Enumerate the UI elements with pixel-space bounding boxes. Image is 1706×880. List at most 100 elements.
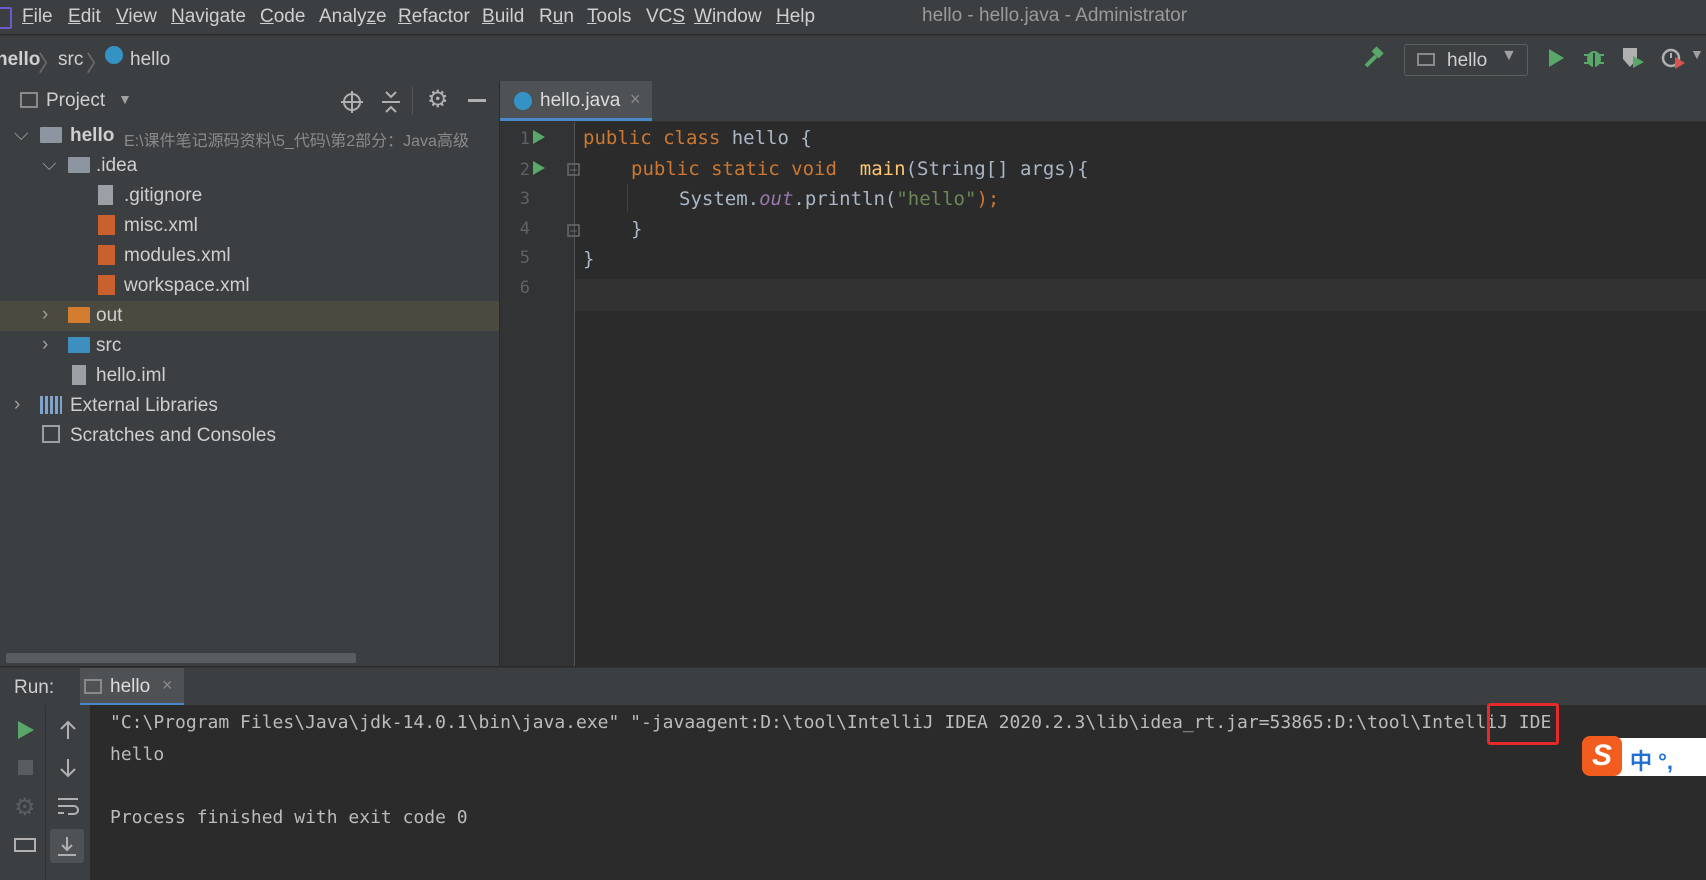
locate-target-icon[interactable] [340, 90, 364, 114]
line-number: 3 [519, 189, 530, 209]
gear-icon[interactable]: ⚙ [427, 85, 449, 114]
breadcrumb-class[interactable]: hello [130, 49, 170, 71]
run-panel-label: Run: [14, 677, 55, 698]
code-token: public static void [631, 158, 849, 180]
code-token: (String[] args){ [905, 158, 1089, 180]
close-icon[interactable]: × [162, 675, 173, 696]
chevron-right-icon[interactable]: › [42, 334, 48, 356]
menu-tools[interactable]: Tools [587, 6, 631, 28]
profile-icon[interactable] [1660, 45, 1688, 71]
more-actions-chevron-icon[interactable]: ▼ [1690, 46, 1704, 62]
chevron-right-icon[interactable]: › [14, 394, 20, 416]
line-number: 1 [519, 129, 530, 149]
editor-tab-label: hello.java [540, 90, 621, 111]
collapse-all-icon[interactable] [380, 90, 402, 114]
menu-build[interactable]: Build [482, 6, 524, 28]
menu-window[interactable]: Window [694, 6, 762, 28]
menu-edit[interactable]: Edit [68, 6, 101, 28]
editor-tab-hello-java[interactable]: hello.java × [500, 81, 652, 121]
tree-item-modules-xml[interactable]: modules.xml [0, 241, 499, 271]
menu-view[interactable]: View [116, 6, 157, 28]
ime-logo-icon[interactable]: S [1582, 736, 1622, 776]
scroll-to-end-button[interactable] [50, 829, 84, 863]
close-icon[interactable]: × [630, 89, 641, 110]
code-token: } [583, 248, 595, 270]
tree-item-idea-folder[interactable]: ⌵ .idea [0, 151, 499, 181]
run-with-coverage-icon[interactable] [1620, 45, 1646, 71]
code-line-5: } [583, 248, 594, 270]
ime-status-text[interactable]: 中 °, [1630, 744, 1673, 776]
console-line: "C:\Program Files\Java\jdk-14.0.1\bin\ja… [110, 712, 1552, 733]
xml-file-icon [98, 275, 115, 295]
application-icon [84, 679, 102, 694]
soft-wrap-icon[interactable] [56, 795, 80, 817]
code-token: System. [679, 188, 760, 210]
chevron-down-icon[interactable]: ⌵ [14, 124, 28, 146]
debug-icon[interactable] [1582, 45, 1606, 71]
source-folder-icon [68, 337, 90, 353]
tree-item-project-root[interactable]: ⌵ hello E:\课件笔记源码资料\5_代码\第2部分：Java高级 [0, 121, 499, 151]
tree-item-label: out [96, 305, 123, 326]
toolbar-divider [412, 87, 413, 115]
tree-item-label: hello.iml [96, 365, 166, 386]
hide-panel-icon[interactable] [468, 99, 486, 102]
stop-icon[interactable] [18, 760, 33, 775]
arrow-up-icon[interactable] [58, 719, 78, 741]
tree-item-external-libraries[interactable]: › External Libraries [0, 391, 499, 421]
run-main-gutter-icon[interactable] [532, 160, 546, 176]
menu-file[interactable]: File [22, 6, 53, 28]
horizontal-scrollbar[interactable] [6, 653, 356, 663]
scroll-to-end-icon [58, 837, 76, 856]
project-view-title[interactable]: Project [46, 90, 105, 112]
chevron-down-icon[interactable]: ▼ [118, 91, 132, 107]
menu-vcs[interactable]: VCS [646, 6, 685, 28]
code-token: .println( [793, 188, 897, 210]
project-tree: ⌵ hello E:\课件笔记源码资料\5_代码\第2部分：Java高级 ⌵ .… [0, 121, 499, 666]
iml-file-icon [72, 365, 86, 385]
layout-icon[interactable] [14, 838, 36, 852]
tree-item-gitignore[interactable]: .gitignore [0, 181, 499, 211]
tree-item-scratches[interactable]: Scratches and Consoles [0, 421, 499, 451]
menu-refactor[interactable]: Refactor [398, 6, 470, 28]
tree-item-out-folder[interactable]: › out [0, 301, 499, 331]
chevron-right-icon[interactable]: › [42, 304, 48, 326]
run-configuration-dropdown[interactable]: hello ▼ [1404, 44, 1528, 76]
run-config-label: hello [1447, 50, 1488, 71]
settings-gear-icon[interactable]: ⚙ [14, 793, 36, 822]
arrow-down-icon[interactable] [58, 757, 78, 779]
run-icon[interactable] [1546, 47, 1566, 69]
tree-item-workspace-xml[interactable]: workspace.xml [0, 271, 499, 301]
library-icon [40, 396, 62, 414]
run-class-gutter-icon[interactable] [532, 129, 546, 145]
ime-toolbar[interactable]: S 中 °, [1582, 736, 1706, 776]
menu-view-label: iew [128, 6, 157, 27]
menu-code[interactable]: Code [260, 6, 305, 28]
menu-run-label-a: R [539, 6, 553, 27]
rerun-icon[interactable] [16, 719, 36, 741]
tree-item-label: misc.xml [124, 215, 198, 236]
menu-file-label: ile [33, 6, 53, 27]
fold-icon[interactable] [567, 163, 581, 177]
code-token: } [631, 218, 643, 240]
line-number: 5 [519, 248, 530, 268]
chevron-down-icon[interactable]: ⌵ [42, 154, 56, 176]
tree-item-hello-iml[interactable]: hello.iml [0, 361, 499, 391]
fold-icon[interactable] [567, 224, 581, 238]
breadcrumb-project[interactable]: hello [0, 49, 40, 71]
scratches-icon [42, 425, 60, 443]
run-tab-label: hello [110, 676, 151, 697]
tree-item-src-folder[interactable]: › src [0, 331, 499, 361]
tree-item-label: modules.xml [124, 245, 231, 266]
line-number: 6 [519, 278, 530, 298]
build-hammer-icon[interactable] [1362, 46, 1386, 70]
menu-navigate[interactable]: Navigate [171, 6, 246, 28]
project-view-icon [20, 92, 38, 108]
menu-run[interactable]: Run [539, 6, 574, 28]
breadcrumb-src[interactable]: src [58, 49, 83, 71]
run-tab-hello[interactable]: hello × [80, 668, 184, 706]
menu-help[interactable]: Help [776, 6, 815, 28]
tree-item-misc-xml[interactable]: misc.xml [0, 211, 499, 241]
java-class-icon [105, 46, 123, 64]
menu-analyze[interactable]: Analyze [319, 6, 387, 28]
tree-item-label: workspace.xml [124, 275, 250, 296]
